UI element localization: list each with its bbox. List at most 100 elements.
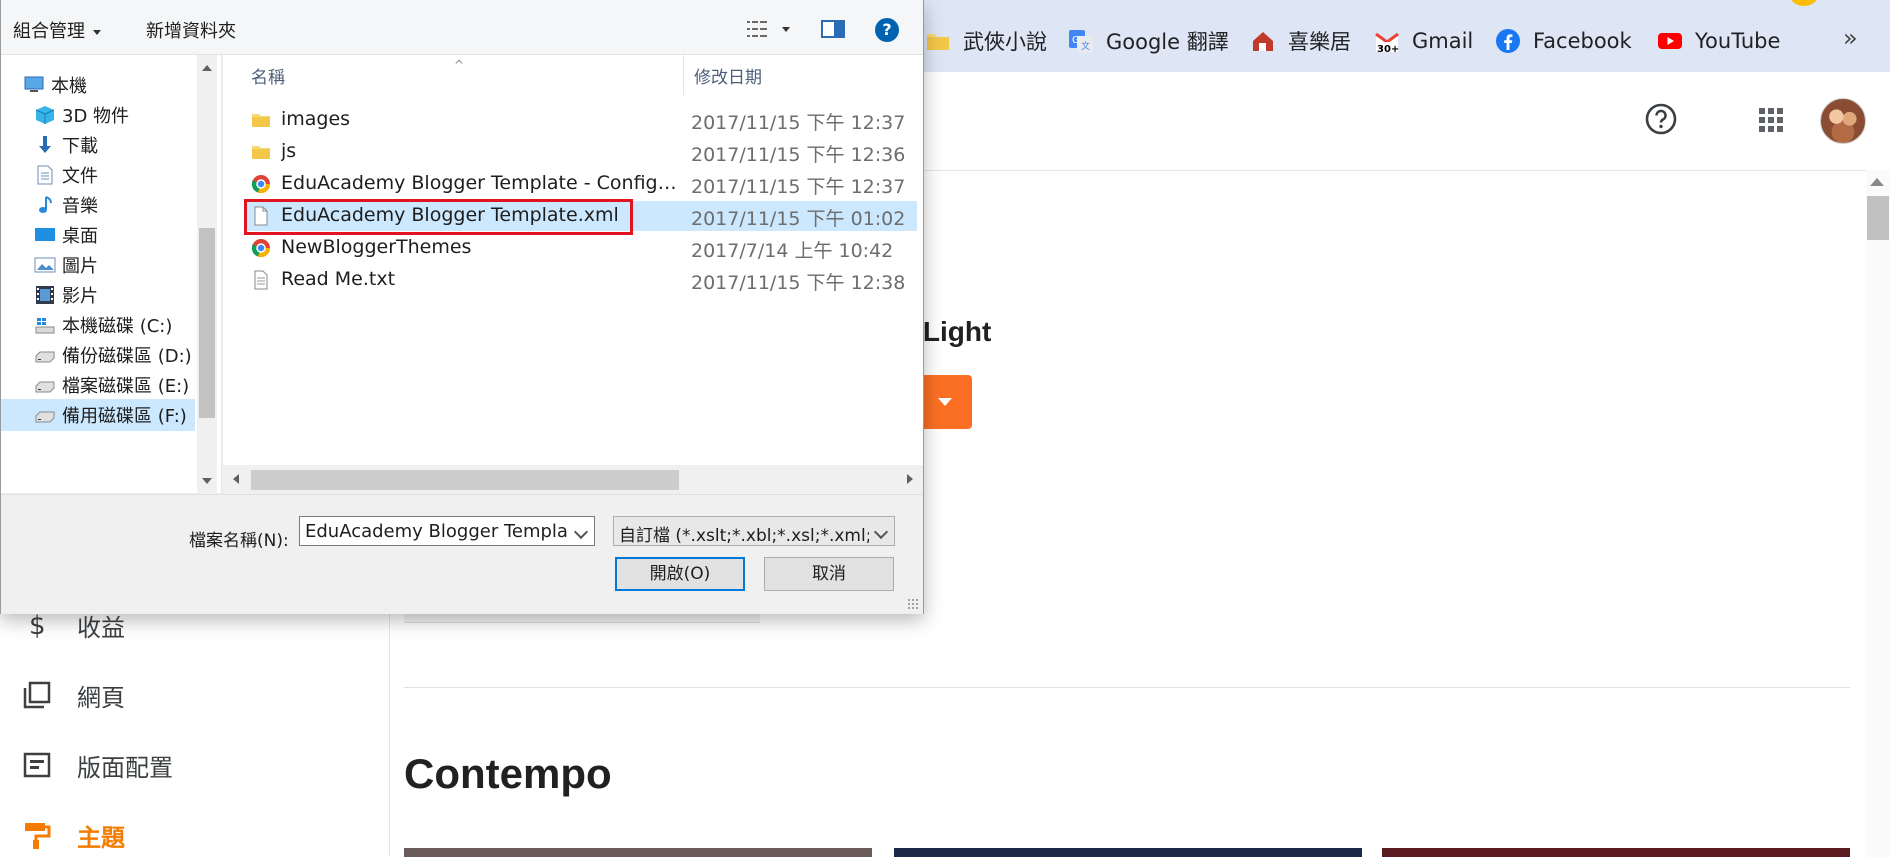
chevron-down-icon[interactable] <box>873 524 889 540</box>
scroll-right-arrow-icon[interactable] <box>907 474 913 484</box>
drive-icon <box>35 351 55 363</box>
theme-dropdown-button[interactable] <box>918 375 972 429</box>
filename-input[interactable]: EduAcademy Blogger Template.xml <box>299 516 595 546</box>
page-scroll-thumb[interactable] <box>1867 196 1889 240</box>
file-name: js <box>281 140 297 162</box>
nav-item-this-pc[interactable]: 本機 <box>1 69 195 101</box>
folder-icon <box>252 114 270 127</box>
nav-item-music[interactable]: 音樂 <box>1 189 195 221</box>
nav-item-downloads[interactable]: 下載 <box>1 129 195 161</box>
gmail-badge: 30+ <box>1377 44 1399 54</box>
sidebar-item-theme[interactable]: 主題 <box>0 810 380 860</box>
view-options-chevron-icon[interactable] <box>782 27 790 32</box>
theme-thumbnail[interactable] <box>1382 848 1850 857</box>
nav-item-drive-e[interactable]: 檔案磁碟區 (E:) <box>1 369 195 401</box>
bookmark-label: Facebook <box>1533 29 1632 53</box>
nav-item-3d-objects[interactable]: 3D 物件 <box>1 99 195 131</box>
bookmarks-overflow-button[interactable]: » <box>1843 24 1858 52</box>
nav-item-pictures[interactable]: 圖片 <box>1 249 195 281</box>
apps-grid-icon[interactable] <box>1758 107 1784 133</box>
dollar-icon: $ <box>29 611 46 640</box>
sidebar-item-label: 主題 <box>77 823 125 852</box>
file-row-images[interactable]: images 2017/11/15 下午 12:37 <box>247 105 917 135</box>
bookmark-label: 武俠小說 <box>963 30 1047 54</box>
file-type-filter-select[interactable]: 自訂檔 (*.xslt;*.xbl;*.xsl;*.xml;*. <box>613 516 895 546</box>
sidebar-item-layout[interactable]: 版面配置 <box>0 740 380 790</box>
filename-label: 檔案名稱(N): <box>189 531 289 551</box>
scroll-down-arrow-icon[interactable] <box>202 478 212 484</box>
documents-icon <box>37 165 53 185</box>
file-date: 2017/11/15 下午 12:37 <box>691 176 906 198</box>
sidebar-item-pages[interactable]: 網頁 <box>0 670 380 720</box>
sort-ascending-icon: ^ <box>454 58 465 72</box>
file-row-readme[interactable]: Read Me.txt 2017/11/15 下午 12:38 <box>247 265 917 295</box>
file-row-template-xml[interactable]: EduAcademy Blogger Template.xml 2017/11/… <box>247 201 917 231</box>
file-name: images <box>281 108 351 130</box>
windows-drive-icon <box>35 318 55 334</box>
bookmark-facebook[interactable]: Facebook <box>1495 24 1632 58</box>
chrome-icon <box>251 175 270 194</box>
nav-item-label: 備用磁碟區 (F:) <box>62 406 187 427</box>
column-header-modified[interactable]: 修改日期 <box>694 63 762 88</box>
nav-item-label: 影片 <box>62 286 98 307</box>
nav-item-label: 下載 <box>62 136 98 157</box>
sidebar-item-label: 版面配置 <box>77 753 173 782</box>
nav-item-drive-d[interactable]: 備份磁碟區 (D:) <box>1 339 195 371</box>
bookmark-gmail[interactable]: 30+ Gmail <box>1374 24 1473 58</box>
bookmark-google-translate[interactable]: G文 Google 翻譯 <box>1068 24 1229 58</box>
file-name: EduAcademy Blogger Template - Configu... <box>281 172 681 194</box>
theme-thumbnail[interactable] <box>894 848 1362 857</box>
dialog-toolbar: 組合管理 新增資料夾 ? <box>1 0 923 55</box>
file-row-js[interactable]: js 2017/11/15 下午 12:36 <box>247 137 917 167</box>
desktop-icon <box>35 228 55 241</box>
open-button[interactable]: 開啟(O) <box>615 557 745 591</box>
column-header-name[interactable]: 名稱 <box>251 63 285 88</box>
theme-thumbnail[interactable] <box>404 848 872 857</box>
scroll-up-arrow-icon[interactable] <box>1870 178 1884 186</box>
3d-objects-icon <box>35 106 55 124</box>
bookmark-xilejiu[interactable]: 喜樂居 <box>1250 24 1351 58</box>
organize-button[interactable]: 組合管理 <box>13 17 101 43</box>
nav-scroll-thumb[interactable] <box>199 228 215 418</box>
page-scrollbar[interactable] <box>1866 170 1890 857</box>
nav-item-label: 圖片 <box>62 256 98 277</box>
chevron-down-icon[interactable] <box>573 524 589 540</box>
new-folder-button[interactable]: 新增資料夾 <box>146 17 236 43</box>
nav-item-label: 檔案磁碟區 (E:) <box>62 376 190 397</box>
dialog-footer <box>1 494 923 614</box>
nav-item-videos[interactable]: 影片 <box>1 279 195 311</box>
gmail-icon: 30+ <box>1375 32 1399 54</box>
section-divider <box>404 687 1850 688</box>
file-row-configuration[interactable]: EduAcademy Blogger Template - Configu...… <box>247 169 917 199</box>
bookmark-youtube[interactable]: YouTube <box>1657 24 1780 58</box>
hscroll-thumb[interactable] <box>251 470 679 490</box>
caret-down-icon <box>938 398 952 406</box>
house-icon <box>1253 32 1273 51</box>
scroll-left-arrow-icon[interactable] <box>233 474 239 484</box>
file-name: EduAcademy Blogger Template.xml <box>281 204 619 226</box>
chevron-down-icon <box>93 29 101 35</box>
account-avatar[interactable] <box>1820 98 1866 144</box>
computer-icon <box>24 76 44 92</box>
organize-label: 組合管理 <box>13 21 85 42</box>
cancel-button[interactable]: 取消 <box>764 557 894 591</box>
bookmark-label: YouTube <box>1695 29 1781 53</box>
resize-grip[interactable] <box>907 598 919 610</box>
bookmark-wuxia[interactable]: 武俠小說 <box>925 24 1047 58</box>
help-icon[interactable] <box>1644 102 1678 136</box>
nav-item-label: 音樂 <box>62 196 98 217</box>
column-separator[interactable] <box>683 55 684 95</box>
dialog-help-button[interactable]: ? <box>875 18 899 42</box>
file-name: NewBloggerThemes <box>281 236 472 258</box>
view-list-icon[interactable] <box>746 19 768 39</box>
preview-pane-icon[interactable] <box>821 20 845 38</box>
svg-text:G: G <box>1072 35 1080 46</box>
nav-item-desktop[interactable]: 桌面 <box>1 219 195 251</box>
nav-item-drive-c[interactable]: 本機磁碟 (C:) <box>1 309 195 341</box>
nav-item-drive-f[interactable]: 備用磁碟區 (F:) <box>1 399 195 431</box>
nav-item-documents[interactable]: 文件 <box>1 159 195 191</box>
scroll-up-arrow-icon[interactable] <box>202 65 212 71</box>
file-date: 2017/7/14 上午 10:42 <box>691 240 894 262</box>
sidebar-item-label: 網頁 <box>77 683 125 712</box>
file-row-newbloggerthemes[interactable]: NewBloggerThemes 2017/7/14 上午 10:42 <box>247 233 917 263</box>
